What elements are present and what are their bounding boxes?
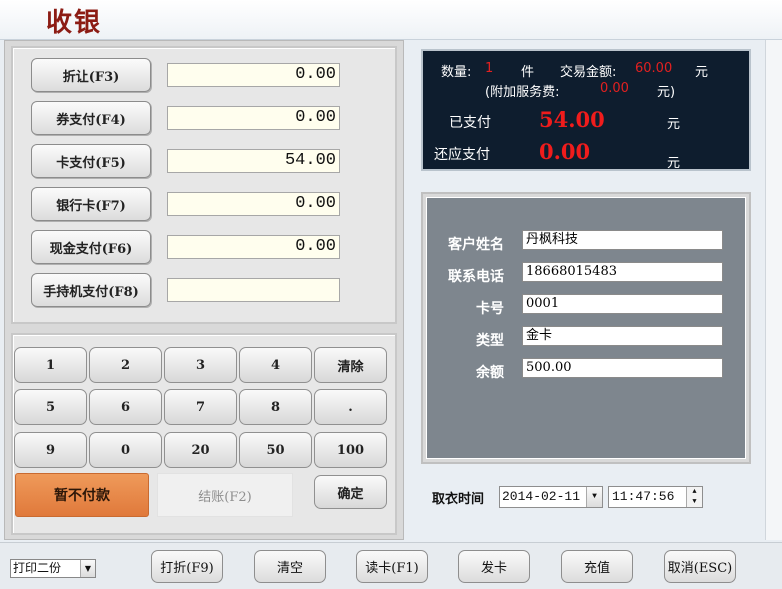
pickup-date-value: 2014-02-11 <box>502 489 581 504</box>
time-spinner-icon[interactable]: ▲ ▼ <box>686 487 702 507</box>
handheld-pay-input[interactable] <box>167 278 340 302</box>
phone-label: 联系电话 <box>448 269 504 285</box>
discount-input[interactable]: 0.00 <box>167 63 340 87</box>
service-value: 0.00 <box>600 81 629 96</box>
read-card-button[interactable]: 读卡(F1) <box>356 550 428 583</box>
key-3[interactable]: 3 <box>164 347 237 383</box>
recharge-button[interactable]: 充值 <box>561 550 633 583</box>
customer-name-label: 客户姓名 <box>448 237 504 253</box>
cash-pay-input[interactable]: 0.00 <box>167 235 340 259</box>
payment-group: 折让(F3) 0.00 券支付(F4) 0.00 卡支付(F5) 54.00 银… <box>11 46 397 324</box>
balance-label: 余额 <box>476 365 504 381</box>
qty-label: 数量: <box>441 65 472 80</box>
key-1[interactable]: 1 <box>14 347 87 383</box>
balance-field[interactable]: 500.00 <box>522 358 723 378</box>
phone-field[interactable]: 18668015483 <box>522 262 723 282</box>
pickup-date-picker[interactable]: 2014-02-11 ▼ <box>499 486 603 508</box>
handheld-pay-button[interactable]: 手持机支付(F8) <box>31 273 151 307</box>
amount-unit: 元 <box>695 65 709 80</box>
key-5[interactable]: 5 <box>14 389 87 425</box>
print-copies-value: 打印二份 <box>13 561 62 575</box>
confirm-button[interactable]: 确定 <box>314 475 387 509</box>
paid-label: 已支付 <box>449 115 491 131</box>
coupon-pay-input[interactable]: 0.00 <box>167 106 340 130</box>
paid-value: 54.00 <box>539 107 605 132</box>
amount-label: 交易金额: <box>560 65 617 80</box>
left-panel: 折让(F3) 0.00 券支付(F4) 0.00 卡支付(F5) 54.00 银… <box>4 40 404 540</box>
discount-action-button[interactable]: 打折(F9) <box>151 550 223 583</box>
key-6[interactable]: 6 <box>89 389 162 425</box>
chevron-down-icon[interactable]: ▼ <box>80 560 95 577</box>
due-value: 0.00 <box>539 139 591 164</box>
card-no-field[interactable]: 0001 <box>522 294 723 314</box>
key-clear[interactable]: 清除 <box>314 347 387 383</box>
qty-value: 1 <box>485 61 494 76</box>
coupon-pay-button[interactable]: 券支付(F4) <box>31 101 151 135</box>
key-50[interactable]: 50 <box>239 432 312 468</box>
settle-button[interactable]: 结账(F2) <box>157 473 293 517</box>
key-9[interactable]: 9 <box>14 432 87 468</box>
cancel-button[interactable]: 取消(ESC) <box>664 550 736 583</box>
paid-unit: 元 <box>667 117 681 132</box>
clear-button[interactable]: 清空 <box>254 550 326 583</box>
service-unit: 元) <box>657 85 676 100</box>
amount-value: 60.00 <box>635 61 673 76</box>
key-8[interactable]: 8 <box>239 389 312 425</box>
service-label: (附加服务费: <box>485 85 560 100</box>
key-dot[interactable]: . <box>314 389 387 425</box>
card-type-label: 类型 <box>476 333 504 349</box>
key-100[interactable]: 100 <box>314 432 387 468</box>
discount-button[interactable]: 折让(F3) <box>31 58 151 92</box>
card-pay-button[interactable]: 卡支付(F5) <box>31 144 151 178</box>
key-7[interactable]: 7 <box>164 389 237 425</box>
print-copies-select[interactable]: 打印二份 ▼ <box>10 559 96 578</box>
cash-pay-button[interactable]: 现金支付(F6) <box>31 230 151 264</box>
hold-payment-button[interactable]: 暂不付款 <box>15 473 149 517</box>
pickup-time-value: 11:47:56 <box>612 489 675 504</box>
payment-summary: 数量: 1 件 交易金额: 60.00 元 (附加服务费: 0.00 元) 已支… <box>421 49 751 171</box>
title-bar: 收银 <box>0 0 782 40</box>
card-no-label: 卡号 <box>476 301 504 317</box>
qty-unit: 件 <box>521 65 535 80</box>
key-0[interactable]: 0 <box>89 432 162 468</box>
key-20[interactable]: 20 <box>164 432 237 468</box>
due-unit: 元 <box>667 156 681 171</box>
bank-card-button[interactable]: 银行卡(F7) <box>31 187 151 221</box>
key-2[interactable]: 2 <box>89 347 162 383</box>
card-type-field[interactable]: 金卡 <box>522 326 723 346</box>
card-pay-input[interactable]: 54.00 <box>167 149 340 173</box>
key-4[interactable]: 4 <box>239 347 312 383</box>
bank-card-input[interactable]: 0.00 <box>167 192 340 216</box>
pickup-time-field[interactable]: 11:47:56 ▲ ▼ <box>608 486 703 508</box>
due-label: 还应支付 <box>434 147 490 163</box>
issue-card-button[interactable]: 发卡 <box>458 550 530 583</box>
pickup-time-label: 取衣时间 <box>432 492 485 507</box>
customer-name-field[interactable]: 丹枫科技 <box>522 230 723 250</box>
window-title: 收银 <box>46 8 103 38</box>
right-edge-strip <box>765 40 782 540</box>
chevron-down-icon[interactable]: ▼ <box>586 487 602 507</box>
